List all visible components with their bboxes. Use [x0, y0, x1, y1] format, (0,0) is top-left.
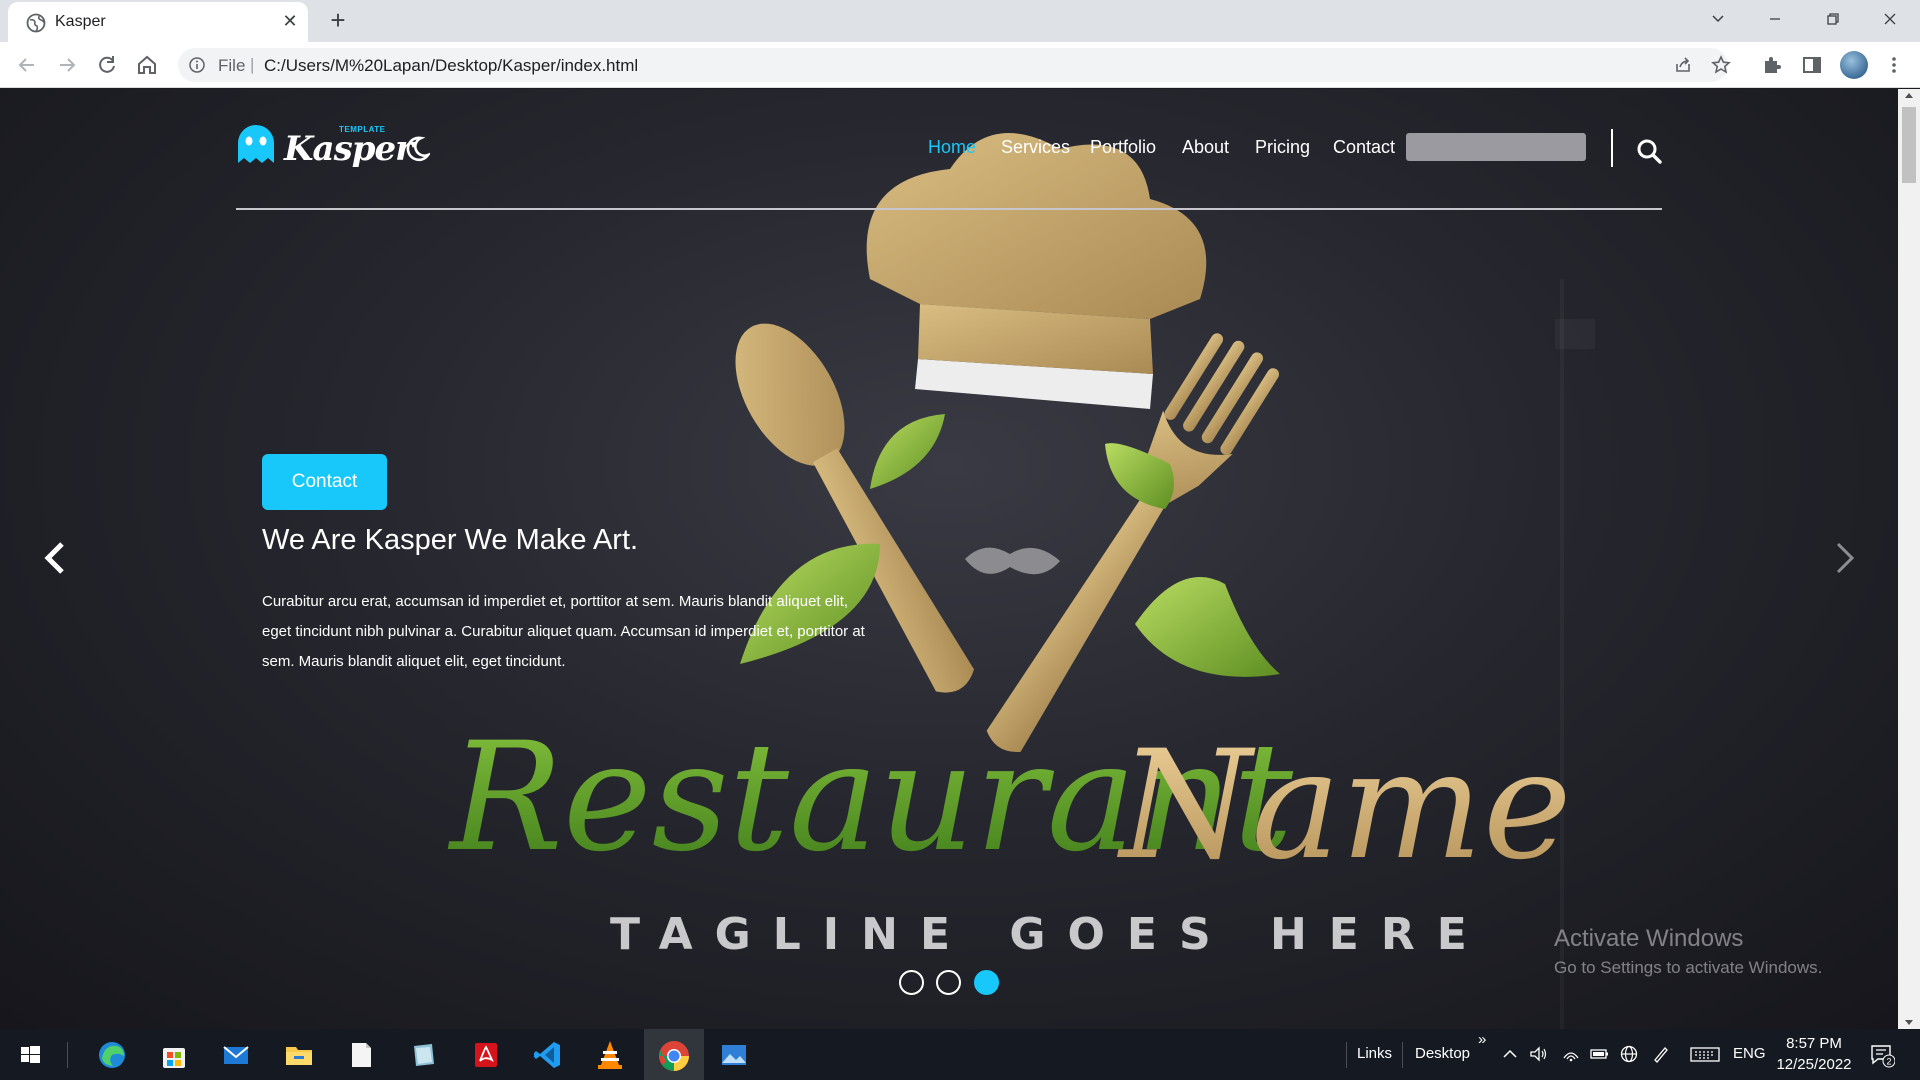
- nav-link-home[interactable]: Home: [928, 137, 976, 158]
- logo-text[interactable]: Kasper: [284, 129, 413, 169]
- browser-toolbar: File | C:/Users/M%20Lapan/Desktop/Kasper…: [0, 42, 1920, 88]
- moon-icon[interactable]: [404, 136, 430, 162]
- tab-title: Kasper: [55, 13, 106, 30]
- back-arrow-icon[interactable]: [14, 52, 40, 78]
- nav-link-contact[interactable]: Contact: [1333, 137, 1395, 158]
- windows-start-icon[interactable]: [11, 1036, 49, 1074]
- new-tab-icon[interactable]: +: [326, 7, 350, 33]
- nav-link-services[interactable]: Services: [1001, 137, 1070, 158]
- tab-search-chevron-icon[interactable]: [1700, 5, 1736, 33]
- restaurant-heading-gold: Name: [1117, 719, 1572, 893]
- nav-divider: [1611, 129, 1613, 167]
- file-explorer-icon[interactable]: [280, 1036, 318, 1074]
- browser-tab[interactable]: Kasper ✕: [8, 2, 308, 42]
- hero-title: We Are Kasper We Make Art.: [262, 524, 639, 556]
- edge-icon[interactable]: [93, 1036, 131, 1074]
- slider-dot-1[interactable]: [899, 970, 924, 995]
- header-divider-line: [236, 208, 1662, 210]
- vlc-icon[interactable]: [591, 1036, 629, 1074]
- scroll-up-arrow-icon[interactable]: [1905, 93, 1913, 98]
- url-separator: |: [250, 55, 255, 74]
- chrome-icon: [658, 1041, 689, 1071]
- wifi-icon[interactable]: [1561, 1044, 1581, 1064]
- mail-icon[interactable]: [217, 1036, 255, 1074]
- nav-link-portfolio[interactable]: Portfolio: [1090, 137, 1156, 158]
- activate-windows-title: Activate Windows: [1554, 925, 1744, 952]
- notification-center-icon[interactable]: 2: [1869, 1042, 1895, 1068]
- input-language-indicator[interactable]: ENG: [1733, 1045, 1766, 1062]
- search-icon[interactable]: [1636, 138, 1662, 164]
- microsoft-store-icon[interactable]: [155, 1036, 193, 1074]
- nav-link-pricing[interactable]: Pricing: [1255, 137, 1310, 158]
- slider-next-arrow-icon[interactable]: [1830, 539, 1860, 577]
- scroll-thumb[interactable]: [1902, 107, 1916, 183]
- restore-icon[interactable]: [1815, 5, 1851, 33]
- taskbar-separator: [67, 1042, 68, 1068]
- globe-icon: [26, 13, 46, 33]
- windows-taskbar: Links Desktop » ENG 8:57 PM 12/25/2022 2: [0, 1029, 1920, 1080]
- photos-icon[interactable]: [715, 1036, 753, 1074]
- sticky-notes-icon[interactable]: [404, 1036, 442, 1074]
- taskbar-clock-date[interactable]: 12/25/2022: [1774, 1056, 1854, 1073]
- home-icon[interactable]: [134, 52, 160, 78]
- page-scrollbar[interactable]: [1898, 89, 1920, 1029]
- desktop-toolbar[interactable]: Desktop: [1415, 1045, 1470, 1062]
- browser-titlebar: Kasper ✕ +: [0, 0, 1920, 42]
- tagline-text: TAGLINE GOES HERE: [610, 909, 1489, 960]
- more-menu-icon[interactable]: [1883, 54, 1905, 76]
- profile-avatar[interactable]: [1840, 51, 1868, 79]
- network-globe-icon[interactable]: [1619, 1044, 1639, 1064]
- side-panel-icon[interactable]: [1801, 54, 1823, 76]
- scroll-down-arrow-icon[interactable]: [1905, 1020, 1913, 1025]
- taskbar-separator-links: [1346, 1042, 1347, 1068]
- bookmark-star-icon[interactable]: [1711, 55, 1731, 75]
- pen-icon[interactable]: [1651, 1044, 1671, 1064]
- url-text[interactable]: C:/Users/M%20Lapan/Desktop/Kasper/index.…: [264, 56, 638, 76]
- nav-link-about[interactable]: About: [1182, 137, 1229, 158]
- acrobat-icon[interactable]: [467, 1036, 505, 1074]
- reload-icon[interactable]: [94, 52, 120, 78]
- chrome-taskbar-button[interactable]: [644, 1029, 704, 1080]
- close-window-icon[interactable]: [1872, 5, 1908, 33]
- notification-count: 2: [1886, 1057, 1891, 1067]
- volume-icon[interactable]: [1528, 1044, 1548, 1064]
- taskbar-clock-time[interactable]: 8:57 PM: [1784, 1035, 1844, 1052]
- hero-description: Curabitur arcu erat, accumsan id imperdi…: [262, 593, 865, 670]
- page-viewport: Restaurant Name TAGLINE GOES HERE TEMPLA…: [0, 89, 1898, 1029]
- slider-prev-arrow-icon[interactable]: [40, 539, 70, 577]
- ghost-logo-icon[interactable]: [236, 121, 276, 165]
- battery-icon[interactable]: [1589, 1044, 1609, 1064]
- hero-contact-button[interactable]: Contact: [262, 454, 387, 510]
- activate-windows-subtitle: Go to Settings to activate Windows.: [1554, 958, 1823, 977]
- info-icon[interactable]: [188, 56, 206, 74]
- share-icon[interactable]: [1673, 55, 1693, 75]
- links-toolbar[interactable]: Links: [1357, 1045, 1392, 1062]
- vscode-icon[interactable]: [529, 1036, 567, 1074]
- hero-background-image: Restaurant Name TAGLINE GOES HERE: [447, 133, 1572, 960]
- notepad-icon[interactable]: [342, 1036, 380, 1074]
- slider-dot-3[interactable]: [974, 970, 999, 995]
- url-scheme-label: File: [218, 56, 246, 75]
- extensions-puzzle-icon[interactable]: [1761, 54, 1783, 76]
- tab-close-icon[interactable]: ✕: [280, 11, 300, 31]
- taskbar-separator-desktop: [1402, 1042, 1403, 1068]
- slider-dot-2[interactable]: [936, 970, 961, 995]
- touch-keyboard-icon[interactable]: [1690, 1044, 1720, 1064]
- nav-search-input[interactable]: [1406, 133, 1586, 161]
- forward-arrow-icon[interactable]: [54, 52, 80, 78]
- toolbar-overflow-chevron[interactable]: »: [1478, 1031, 1486, 1048]
- address-bar[interactable]: File | C:/Users/M%20Lapan/Desktop/Kasper…: [178, 48, 1731, 82]
- minimize-icon[interactable]: [1757, 5, 1793, 33]
- tray-chevron-up-icon[interactable]: [1500, 1044, 1520, 1064]
